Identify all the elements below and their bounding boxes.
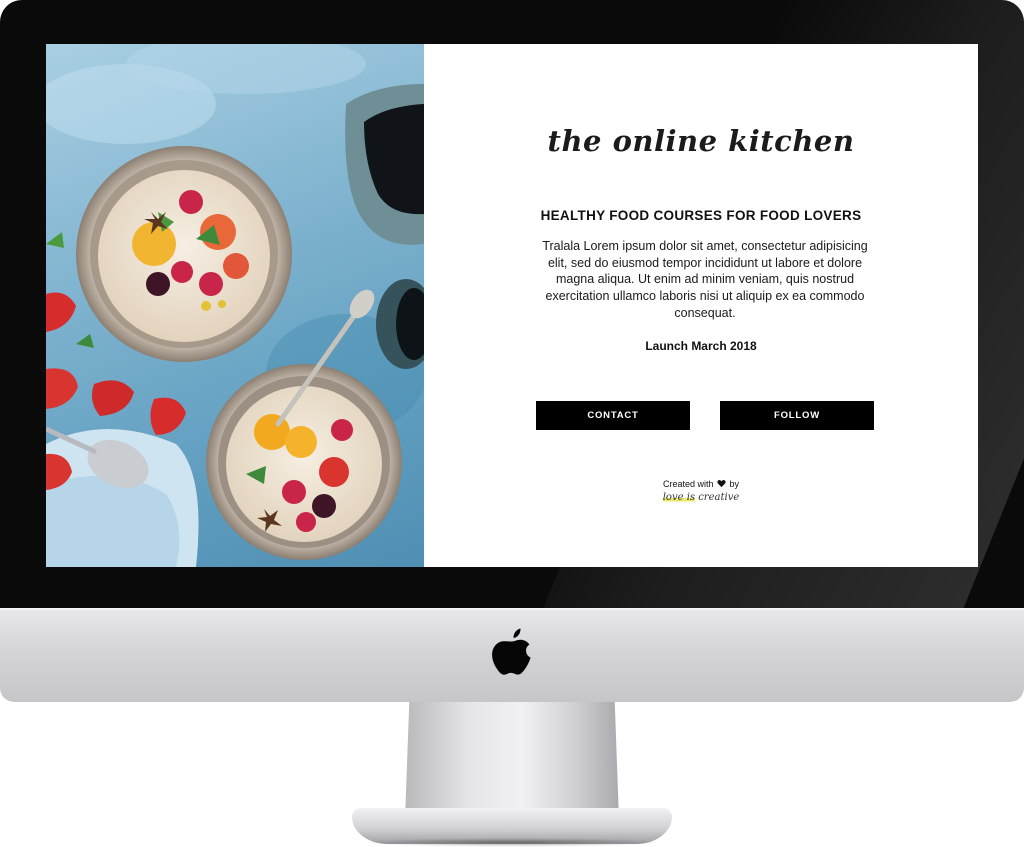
hero-food-photo <box>46 44 424 567</box>
credit-line: Created with by <box>424 479 978 490</box>
contact-button[interactable]: CONTACT <box>536 401 690 430</box>
apple-logo-icon <box>492 628 531 675</box>
imac-stand <box>405 702 619 820</box>
content-panel: the online kitchen HEALTHY FOOD COURSES … <box>424 44 978 567</box>
follow-button[interactable]: FOLLOW <box>720 401 874 430</box>
credit-brand: love is creative <box>424 492 978 503</box>
intro-paragraph: Tralala Lorem ipsum dolor sit amet, cons… <box>542 239 868 320</box>
credit-brand-link[interactable]: love is creative <box>662 492 740 503</box>
launch-date: Launch March 2018 <box>645 339 757 353</box>
brand-highlight-text: love is <box>662 492 696 503</box>
site-logo[interactable]: the online kitchen <box>424 124 978 158</box>
credit-prefix: Created with <box>662 479 714 489</box>
page-headline: HEALTHY FOOD COURSES FOR FOOD LOVERS <box>540 208 862 223</box>
heart-icon <box>717 479 726 490</box>
stand-shadow <box>360 838 664 847</box>
credit-suffix: by <box>729 479 740 489</box>
brand-rest-text: creative <box>695 492 740 503</box>
food-photo-illustration <box>46 44 424 567</box>
website-screen: the online kitchen HEALTHY FOOD COURSES … <box>46 44 978 567</box>
